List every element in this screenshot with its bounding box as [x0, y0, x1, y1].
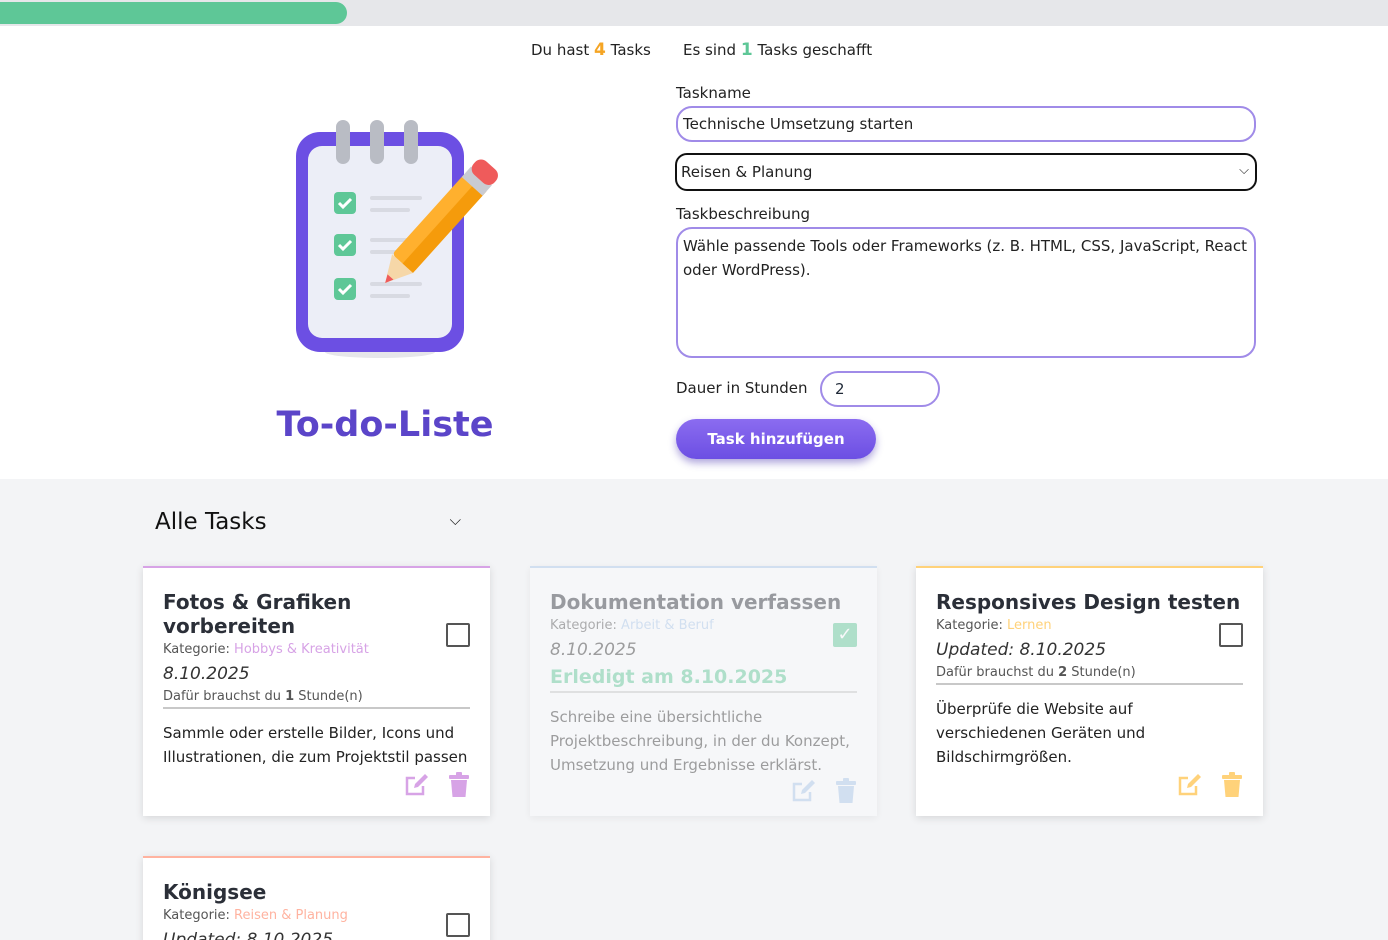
- add-task-button[interactable]: Task hinzufügen: [676, 419, 876, 459]
- duration-suffix: Stunde(n): [298, 689, 363, 704]
- duration-label: Dauer in Stunden: [676, 379, 808, 397]
- task-category: Kategorie: Lernen: [936, 618, 1243, 633]
- category-prefix: Kategorie:: [936, 618, 1003, 633]
- category-value: Arbeit & Beruf: [621, 618, 714, 633]
- progress-bar: [0, 0, 1388, 26]
- done-tasks-prefix: Es sind: [683, 41, 737, 59]
- task-category: Kategorie: Hobbys & Kreativität: [163, 642, 470, 657]
- task-description: Schreibe eine übersichtliche Projektbesc…: [550, 708, 850, 774]
- task-done-checkbox[interactable]: ✓: [833, 623, 857, 647]
- done-tasks-stat: Es sind 1 Tasks geschafft: [683, 40, 872, 60]
- category-value: Lernen: [1007, 618, 1052, 633]
- category-value: Hobbys & Kreativität: [234, 642, 369, 657]
- task-title: Responsives Design testen: [936, 590, 1241, 614]
- task-done-checkbox[interactable]: [1219, 623, 1243, 647]
- taskname-input[interactable]: Technische Umsetzung starten: [676, 106, 1256, 142]
- category-prefix: Kategorie:: [163, 908, 230, 923]
- done-tasks-count: 1: [740, 40, 753, 60]
- category-value: Reisen & Planung: [234, 908, 348, 923]
- task-description: Überprüfe die Website auf verschiedenen …: [936, 700, 1146, 766]
- task-description: Sammle oder erstelle Bilder, Icons und I…: [163, 724, 468, 766]
- duration-prefix: Dafür brauchst du: [936, 665, 1054, 680]
- task-actions: [791, 778, 857, 804]
- total-tasks-prefix: Du hast: [531, 41, 590, 59]
- category-filter-select[interactable]: Alle Tasks ⌵: [155, 509, 465, 539]
- edit-icon[interactable]: [1177, 772, 1203, 798]
- edit-icon[interactable]: [404, 772, 430, 798]
- trash-icon[interactable]: [835, 778, 857, 804]
- description-textarea[interactable]: Wähle passende Tools oder Frameworks (z.…: [676, 227, 1256, 358]
- duration-suffix: Stunde(n): [1071, 665, 1136, 680]
- task-title: Fotos & Grafiken vorbereiten: [163, 590, 352, 638]
- app-title: To-do-Liste: [276, 405, 494, 445]
- task-title: Königsee: [163, 880, 267, 904]
- task-done-checkbox[interactable]: [446, 913, 470, 937]
- progress-bar-fill: [0, 2, 347, 24]
- total-tasks-suffix: Tasks: [610, 41, 651, 59]
- edit-icon[interactable]: [791, 778, 817, 804]
- description-label: Taskbeschreibung: [676, 205, 810, 223]
- filter-selected-value: Alle Tasks: [155, 509, 267, 535]
- duration-hours: 1: [285, 689, 295, 704]
- taskname-label: Taskname: [676, 84, 751, 102]
- task-duration: Dafür brauchst du 1 Stunde(n): [163, 689, 470, 709]
- task-card: Dokumentation verfassen Kategorie: Arbei…: [530, 566, 877, 816]
- notepad-checklist-pencil-icon: [290, 112, 510, 367]
- task-actions: [404, 772, 470, 798]
- task-date: Updated: 8.10.2025: [936, 640, 1107, 660]
- chevron-down-icon: ⌵: [1239, 163, 1249, 178]
- task-card: Responsives Design testen Kategorie: Ler…: [916, 566, 1263, 816]
- task-date: 8.10.2025: [550, 640, 637, 660]
- trash-icon[interactable]: [1221, 772, 1243, 798]
- task-title: Dokumentation verfassen: [550, 590, 842, 614]
- category-prefix: Kategorie:: [163, 642, 230, 657]
- task-card: Königsee Kategorie: Reisen & Planung Upd…: [143, 856, 490, 940]
- task-card: Fotos & Grafiken vorbereiten Kategorie: …: [143, 566, 490, 816]
- category-select[interactable]: Reisen & Planung ⌵: [675, 153, 1257, 191]
- total-tasks-count: 4: [594, 40, 606, 60]
- category-prefix: Kategorie:: [550, 618, 617, 633]
- total-tasks-stat: Du hast 4 Tasks: [531, 40, 651, 60]
- task-done-label: Erledigt am 8.10.2025: [550, 666, 857, 693]
- task-category: Kategorie: Arbeit & Beruf: [550, 618, 857, 633]
- duration-input[interactable]: 2: [820, 371, 940, 407]
- task-date: Updated: 8.10.2025: [163, 930, 334, 940]
- category-select-value: Reisen & Planung: [681, 163, 813, 181]
- done-tasks-suffix: Tasks geschafft: [757, 41, 873, 59]
- task-done-checkbox[interactable]: [446, 623, 470, 647]
- duration-hours: 2: [1058, 665, 1068, 680]
- task-category: Kategorie: Reisen & Planung: [163, 908, 470, 923]
- task-duration: Dafür brauchst du 2 Stunde(n): [936, 665, 1243, 685]
- chevron-down-icon: ⌵: [449, 511, 461, 529]
- trash-icon[interactable]: [448, 772, 470, 798]
- duration-prefix: Dafür brauchst du: [163, 689, 281, 704]
- task-actions: [1177, 772, 1243, 798]
- task-date: 8.10.2025: [163, 664, 250, 684]
